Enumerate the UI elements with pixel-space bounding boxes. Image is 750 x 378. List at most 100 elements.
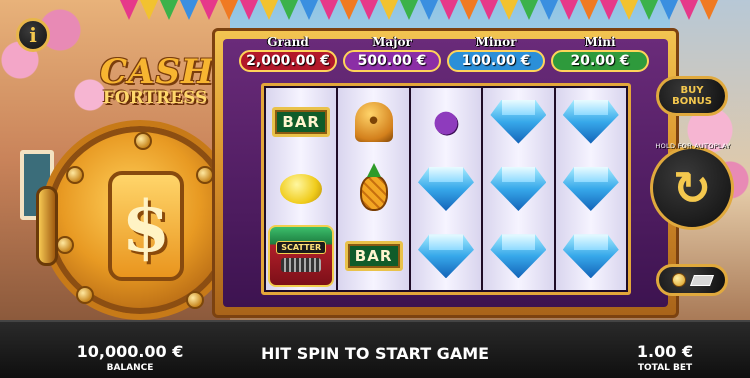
jackpot-minor: Minor 100.00 € <box>447 35 545 73</box>
spin-button[interactable]: ↻ <box>650 146 734 230</box>
total-bet-value: 1.00 € <box>636 342 694 361</box>
jackpot-value: 500.00 € <box>343 50 441 72</box>
bunting-flag <box>420 0 438 20</box>
reel-cell: • <box>338 88 408 155</box>
bar-symbol: BAR <box>344 241 403 272</box>
vault-door-decoration: $ <box>36 120 261 320</box>
bunting-flag <box>600 0 618 20</box>
slot-machine-frame: Grand 2,000.00 € Major 500.00 € Minor 100.00 … <box>212 28 679 318</box>
vault-bolt <box>66 166 84 184</box>
reel-cell <box>483 223 553 290</box>
eraser-icon <box>689 274 715 286</box>
scatter-label: SCATTER <box>276 240 327 254</box>
diamond-icon <box>490 234 547 279</box>
autoplay-hint: HOLD FOR AUTOPLAY <box>655 142 731 150</box>
jackpot-grand: Grand 2,000.00 € <box>239 35 337 73</box>
jackpot-major: Major 500.00 € <box>343 35 441 73</box>
bunting-flag <box>700 0 718 20</box>
bunting-flag <box>220 0 238 20</box>
diamond-icon <box>562 234 619 279</box>
reel-cell <box>338 155 408 222</box>
bunting-flag <box>260 0 278 20</box>
reel-cell <box>483 88 553 155</box>
balance-display: 10,000.00 € BALANCE <box>70 342 190 373</box>
logo-subtitle: FORTRESS <box>102 88 208 108</box>
bunting-flag <box>440 0 458 20</box>
reel-cell <box>411 223 481 290</box>
buy-bonus-label: BUY BONUS <box>672 84 712 108</box>
bunting-flag <box>180 0 198 20</box>
balance-label: BALANCE <box>106 363 154 373</box>
bunting-flag <box>320 0 338 20</box>
pineapple-icon <box>359 162 388 211</box>
jackpot-mini: Mini 20.00 € <box>551 35 649 73</box>
bunting-flag <box>140 0 158 20</box>
reel-cell: BAR <box>266 88 336 155</box>
reel-cell: ● <box>411 88 481 155</box>
jackpot-name: Major <box>372 35 412 49</box>
reel-cell: SCATTER <box>266 223 336 290</box>
reel-cell <box>483 155 553 222</box>
grapes-icon: ● <box>432 104 460 140</box>
bunting-flag <box>460 0 478 20</box>
reel-cell <box>556 223 626 290</box>
festival-bunting <box>120 0 718 30</box>
spin-icon: ↻ <box>672 161 712 215</box>
reel-column: BAR SCATTER <box>266 88 337 290</box>
scatter-symbol: SCATTER <box>268 225 335 288</box>
reel-column: ● <box>410 88 482 290</box>
lemon-icon <box>280 173 323 204</box>
dollar-sign-icon: $ <box>108 171 184 281</box>
balance-value: 10,000.00 € <box>76 342 184 361</box>
bunting-flag <box>640 0 658 20</box>
bunting-flag <box>560 0 578 20</box>
reel-grid: BAR SCATTER • BAR ● <box>261 83 631 295</box>
jackpot-value: 2,000.00 € <box>239 50 337 72</box>
diamond-icon <box>490 166 547 211</box>
bunting-flag <box>480 0 498 20</box>
diamond-icon <box>562 99 619 144</box>
bunting-flag <box>660 0 678 20</box>
jackpot-value: 100.00 € <box>447 50 545 72</box>
total-bet-display[interactable]: 1.00 € TOTAL BET <box>620 342 710 373</box>
reel-cell <box>556 155 626 222</box>
bunting-flag <box>380 0 398 20</box>
bar-symbol: BAR <box>272 106 331 137</box>
bet-settings-button[interactable] <box>656 264 728 296</box>
vault-bolt <box>56 236 74 254</box>
jackpot-name: Grand <box>267 35 309 49</box>
jackpot-name: Minor <box>475 35 517 49</box>
bunting-flag <box>300 0 318 20</box>
bunting-flag <box>240 0 258 20</box>
total-bet-label: TOTAL BET <box>637 363 693 373</box>
bottom-status-bar: 10,000.00 € BALANCE HIT SPIN TO START GA… <box>0 320 750 378</box>
vault-bolt <box>76 286 94 304</box>
bell-icon: • <box>354 101 393 142</box>
buy-bonus-button[interactable]: BUY BONUS <box>656 76 728 116</box>
bunting-flag <box>500 0 518 20</box>
diamond-icon <box>490 99 547 144</box>
bunting-flag <box>120 0 138 20</box>
bunting-flag <box>160 0 178 20</box>
reel-cell <box>556 88 626 155</box>
bunting-flag <box>520 0 538 20</box>
jackpot-bar: Grand 2,000.00 € Major 500.00 € Minor 100.00 … <box>239 35 649 73</box>
bunting-flag <box>340 0 358 20</box>
game-logo: CASH FORTRESS <box>100 52 215 108</box>
reel-column <box>555 88 626 290</box>
vault-bolt <box>134 132 152 150</box>
coin-stack-icon <box>672 273 686 287</box>
info-icon: i <box>29 23 37 47</box>
diamond-icon <box>562 166 619 211</box>
bunting-flag <box>580 0 598 20</box>
bunting-flag <box>400 0 418 20</box>
bunting-flag <box>680 0 698 20</box>
bunting-flag <box>280 0 298 20</box>
logo-title: CASH <box>100 52 215 92</box>
jackpot-value: 20.00 € <box>551 50 649 72</box>
reel-cell <box>266 155 336 222</box>
info-button[interactable]: i <box>16 18 50 52</box>
reel-column <box>483 88 554 290</box>
bunting-flag <box>540 0 558 20</box>
reel-cell <box>411 155 481 222</box>
